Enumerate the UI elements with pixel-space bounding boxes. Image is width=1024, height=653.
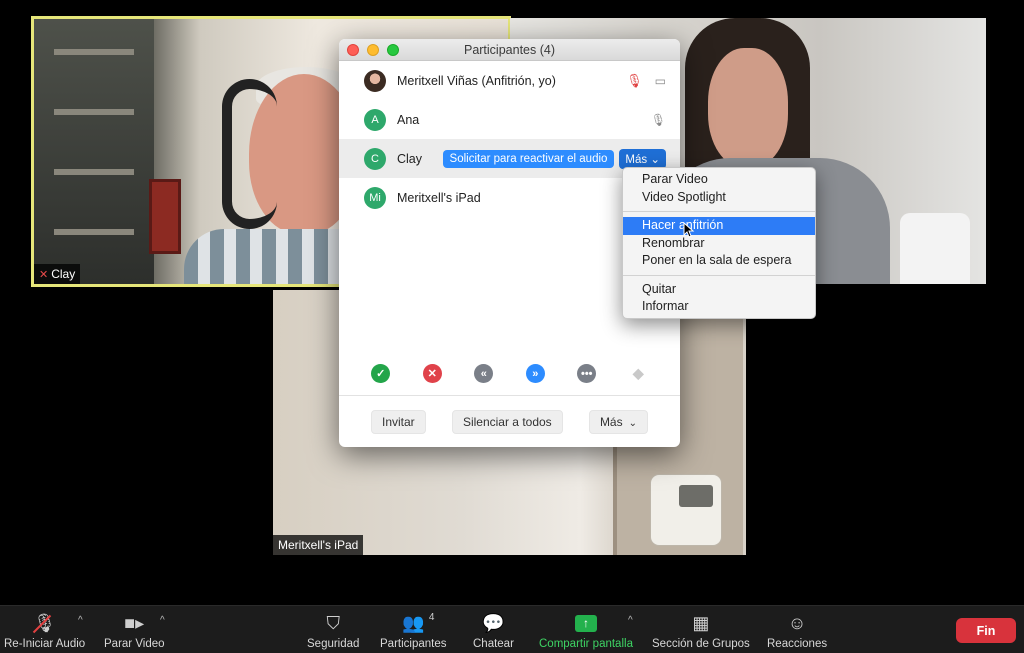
people-icon: 👥 4 [402, 612, 435, 633]
wall-picture [149, 179, 181, 254]
menu-separator [623, 274, 815, 276]
avatar: C [364, 147, 386, 170]
menu-item-spotlight[interactable]: Video Spotlight [623, 189, 815, 207]
intercom-phone [651, 475, 721, 545]
video-options-caret[interactable]: ^ [160, 615, 165, 626]
muted-mic-icon: ✕ [39, 268, 49, 281]
yes-icon[interactable]: ✓ [371, 364, 391, 383]
shield-icon: ⛉ [326, 612, 340, 633]
share-label: Compartir pantalla [539, 638, 633, 650]
menu-item-report[interactable]: Informar [623, 298, 815, 316]
breakout-label: Sección de Grupos [652, 638, 750, 650]
faster-icon[interactable]: » [525, 364, 545, 383]
bookshelf [34, 19, 154, 284]
maximize-window-button[interactable] [387, 44, 399, 56]
audio-button[interactable]: 🎙 Re-Iniciar Audio [4, 612, 86, 651]
menu-item-stop-video[interactable]: Parar Video [623, 171, 815, 189]
video-name-tag: Meritxell's iPad [273, 535, 364, 555]
meritxell-face [708, 48, 788, 168]
slower-icon[interactable]: « [474, 364, 494, 383]
security-button[interactable]: ⛉ Seguridad [307, 612, 360, 651]
participant-row-host[interactable]: Meritxell Viñas (Anfitrión, yo) 🎙 ▭ [339, 61, 680, 100]
participant-context-menu: Parar Video Video Spotlight Hacer anfitr… [622, 167, 816, 319]
more-options-label: Más [625, 153, 648, 166]
audio-options-caret[interactable]: ^ [78, 615, 83, 626]
menu-item-rename[interactable]: Renombrar [623, 235, 815, 253]
muted-mic-icon: 🎙 [33, 612, 57, 633]
breakout-rooms-button[interactable]: ▦ Sección de Grupos [652, 612, 750, 651]
video-name-label: Meritxell's iPad [278, 538, 359, 552]
share-screen-icon: ↑ [574, 614, 597, 632]
window-title: Participantes (4) [463, 43, 555, 57]
participants-label: Participantes [380, 638, 447, 650]
participants-footer: Invitar Silenciar a todos Más ⌄ [339, 395, 680, 447]
video-name-tag: ✕ Clay [34, 264, 81, 284]
chevron-down-icon: ⌄ [628, 417, 637, 429]
audio-label: Re-Iniciar Audio [4, 638, 86, 650]
menu-separator [623, 211, 815, 212]
clear-icon[interactable]: ◆ [629, 364, 648, 383]
minimize-window-button[interactable] [367, 44, 379, 56]
participant-row-ana[interactable]: A Ana 🎙 [339, 100, 680, 139]
video-camera-icon[interactable]: ▭ [655, 74, 666, 88]
invite-button[interactable]: Invitar [371, 409, 426, 434]
video-camera-icon: ■▸ [124, 612, 145, 633]
avatar: A [364, 108, 386, 131]
avatar: Mi [364, 186, 386, 209]
menu-item-waiting-room[interactable]: Poner en la sala de espera [623, 252, 815, 270]
mic-icon[interactable]: 🎙 [651, 113, 666, 127]
mute-all-button[interactable]: Silenciar a todos [451, 409, 563, 434]
grid-icon: ▦ [692, 612, 710, 633]
footer-more-label: Más [599, 414, 623, 429]
smiley-plus-icon: ☺ [787, 612, 807, 633]
no-icon[interactable]: ✕ [422, 364, 442, 383]
reactions-label: Reacciones [767, 638, 828, 650]
video-button[interactable]: ■▸ Parar Video [104, 612, 165, 651]
chevron-down-icon: ⌄ [647, 153, 660, 166]
mouse-cursor-icon [683, 222, 695, 238]
security-label: Seguridad [307, 638, 360, 650]
participants-button[interactable]: 👥 4 Participantes [380, 612, 446, 650]
participant-name: Ana [397, 112, 420, 127]
chat-bubble-icon: 💬 [482, 612, 505, 633]
menu-item-remove[interactable]: Quitar [623, 281, 815, 299]
chair [900, 213, 970, 284]
muted-mic-icon[interactable]: 🎙 [626, 73, 643, 89]
more-options-button[interactable]: Más ⌄ [619, 148, 666, 169]
close-window-button[interactable] [347, 44, 359, 56]
reactions-button[interactable]: ☺ Reacciones [767, 612, 828, 651]
request-unmute-button[interactable]: Solicitar para reactivar el audio [442, 149, 615, 168]
footer-more-button[interactable]: Más ⌄ [588, 409, 648, 434]
more-icon[interactable]: ••• [577, 364, 597, 383]
participants-count: 4 [428, 612, 435, 623]
nonverbal-feedback-bar: ✓ ✕ « » ••• ◆ [339, 364, 680, 383]
share-screen-button[interactable]: ↑ Compartir pantalla [539, 612, 633, 650]
video-stage: ✕ Clay Meritxell's iPad Participantes (4… [0, 0, 1024, 605]
menu-item-make-host[interactable]: Hacer anfitrión [623, 217, 815, 235]
chat-label: Chatear [473, 638, 514, 650]
video-name-label: Clay [51, 267, 76, 281]
meeting-toolbar: 🎙 Re-Iniciar Audio ^ ■▸ Parar Video ^ ⛉ … [0, 605, 1024, 653]
video-label: Parar Video [104, 638, 165, 650]
participant-name: Clay [397, 151, 423, 166]
participant-name: Meritxell Viñas (Anfitrión, yo) [397, 73, 556, 88]
end-meeting-button[interactable]: Fin [956, 618, 1016, 643]
window-titlebar[interactable]: Participantes (4) [339, 39, 680, 61]
avatar [364, 69, 386, 92]
headphones [222, 79, 277, 229]
share-options-caret[interactable]: ^ [628, 615, 633, 626]
chat-button[interactable]: 💬 Chatear [473, 612, 514, 651]
